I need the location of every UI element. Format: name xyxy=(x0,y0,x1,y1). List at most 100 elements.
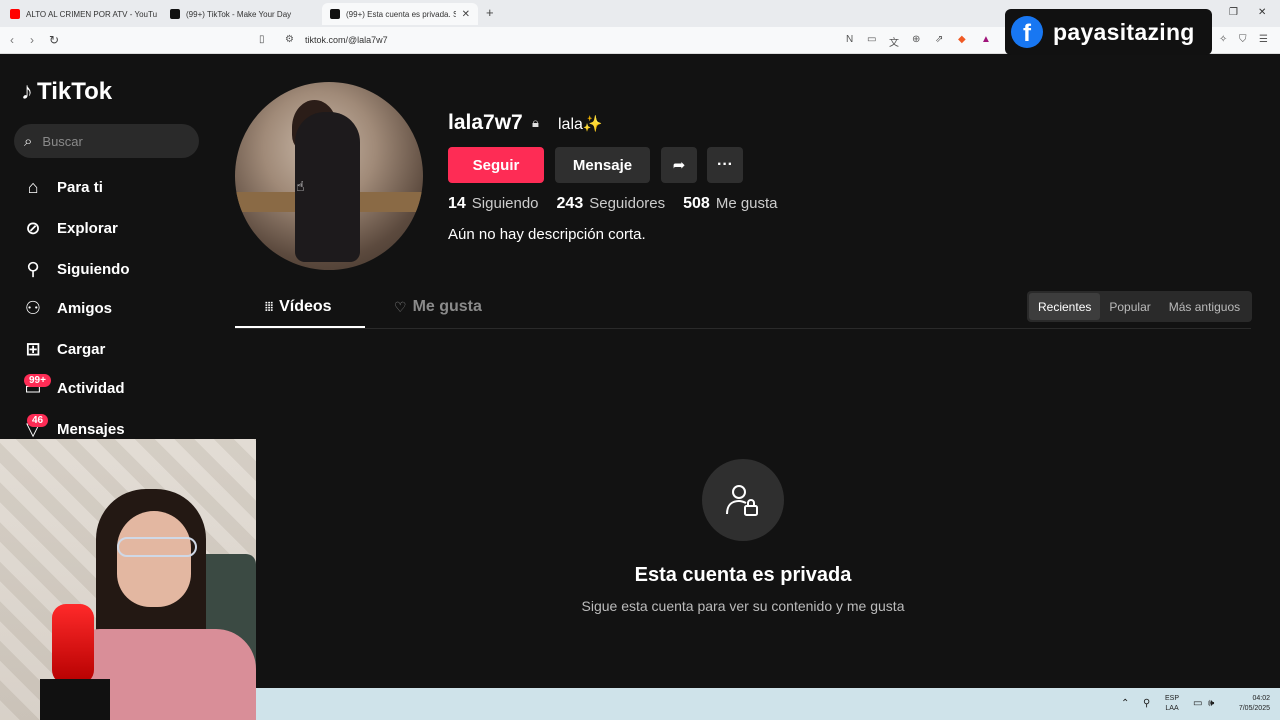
tray-volume-icon[interactable]: 🕪︎ xyxy=(1208,698,1214,709)
friends-icon: ⚇ xyxy=(24,298,42,318)
more-options-icon[interactable]: ··· xyxy=(707,147,743,183)
lang-line: LAA xyxy=(1165,705,1179,712)
sidebar-item-label: Para ti xyxy=(57,179,103,196)
sidebar-item-label: Actividad xyxy=(57,380,125,397)
tab-likes[interactable]: ♡ Me gusta xyxy=(394,298,482,316)
sort-popular[interactable]: Popular xyxy=(1100,293,1159,320)
stat-following[interactable]: 14 Siguiendo xyxy=(448,195,539,213)
follow-button[interactable]: Seguir xyxy=(448,147,544,183)
microphone-stand xyxy=(40,679,110,720)
close-tab-icon[interactable]: ✕ xyxy=(456,9,470,20)
sort-toggle: Recientes Popular Más antiguos xyxy=(1027,291,1252,322)
tab-label: Me gusta xyxy=(412,298,482,315)
compass-icon: ⊘ xyxy=(25,218,41,238)
cast-icon[interactable]: ▭ xyxy=(867,34,876,45)
stat-label: Siguiendo xyxy=(471,195,539,212)
tiktok-note-icon: ♪ xyxy=(21,78,33,105)
webcam-overlay xyxy=(0,439,256,720)
sidebar-item-label: Explorar xyxy=(57,220,118,237)
avatar-photo-person xyxy=(295,112,360,262)
back-button[interactable]: ‹ xyxy=(10,33,14,47)
tab-title: (99+) TikTok - Make Your Day xyxy=(186,9,292,19)
close-window-button[interactable]: ✕ xyxy=(1258,7,1266,18)
sidebar-item-para-ti[interactable]: ⌂ Para ti xyxy=(21,177,103,198)
zoom-icon[interactable]: ⊕ xyxy=(912,34,920,45)
tray-network-icon[interactable]: ▭ xyxy=(1193,698,1202,709)
tab-title: (99+) Esta cuenta es privada. Sig xyxy=(346,9,456,19)
tray-mic-icon[interactable]: ⚲ xyxy=(1143,698,1150,709)
private-notice-subtitle: Sigue esta cuenta para ver su contenido … xyxy=(581,598,905,614)
sidebar-item-explorar[interactable]: ⊘ Explorar xyxy=(21,218,118,239)
upload-icon: ⊞ xyxy=(25,339,41,359)
sidebar-item-cargar[interactable]: ⊞ Cargar xyxy=(21,339,105,360)
bookmark-icon[interactable]: ▯ xyxy=(259,34,265,45)
stat-value: 243 xyxy=(556,195,584,212)
webcam-streamer-face xyxy=(117,511,191,607)
profile-stats: 14 Siguiendo 243 Seguidores 508 Me gusta xyxy=(448,195,796,213)
lang-line: ESP xyxy=(1165,695,1180,702)
stat-followers[interactable]: 243 Seguidores xyxy=(557,195,666,213)
stat-label: Seguidores xyxy=(589,195,666,212)
sidebar-item-amigos[interactable]: ⚇ Amigos xyxy=(21,298,112,319)
share-icon[interactable]: ➦ xyxy=(661,147,697,183)
private-notice-title: Esta cuenta es privada xyxy=(634,564,852,586)
tiktok-favicon-icon xyxy=(330,9,340,19)
stat-likes: 508 Me gusta xyxy=(683,195,777,213)
vpn-icon[interactable]: ⛉ xyxy=(1239,34,1247,45)
translate-icon[interactable]: 文 xyxy=(889,34,899,49)
sidebar-item-siguiendo[interactable]: ⚲ Siguiendo xyxy=(21,259,129,280)
rewards-icon[interactable]: ▲ xyxy=(981,34,991,45)
private-account-icon xyxy=(702,459,784,541)
microphone-icon xyxy=(52,604,94,684)
tray-chevron-icon[interactable]: ⌃ xyxy=(1121,698,1129,709)
browser-tab-youtube[interactable]: ALTO AL CRIMEN POR ATV - YouTu xyxy=(2,3,160,25)
sort-mas-antiguos[interactable]: Más antiguos xyxy=(1160,293,1249,320)
search-placeholder: Buscar xyxy=(42,133,83,149)
browser-tab-active[interactable]: (99+) Esta cuenta es privada. Sig ✕ xyxy=(322,3,478,25)
tab-divider xyxy=(235,328,1251,329)
search-input[interactable]: ⌕ Buscar xyxy=(14,124,199,158)
youtube-favicon-icon xyxy=(10,9,20,19)
private-lock-icon: 🔒︎ xyxy=(532,115,539,130)
profile-username: lala7w7 xyxy=(448,111,523,134)
active-tab-underline xyxy=(235,326,365,328)
social-overlay: f payasitazing xyxy=(1005,9,1212,55)
avatar[interactable] xyxy=(235,82,423,270)
extensions-icon[interactable]: ✧ xyxy=(1219,34,1227,45)
clock-time: 04:02 xyxy=(1252,695,1270,702)
activity-badge: 99+ xyxy=(24,374,51,387)
url-field[interactable]: tiktok.com/@lala7w7 xyxy=(305,35,388,45)
maximize-button[interactable]: ❐ xyxy=(1229,7,1238,18)
stat-value: 508 xyxy=(683,195,710,212)
no-translate-icon[interactable]: N xyxy=(846,34,853,45)
language-indicator[interactable]: ESP LAA xyxy=(1165,694,1179,714)
reload-button[interactable]: ↻ xyxy=(49,33,59,47)
user-lock-icon xyxy=(726,485,758,516)
message-button[interactable]: Mensaje xyxy=(555,147,650,183)
brave-shield-icon[interactable]: ◆ xyxy=(958,34,966,45)
tiktok-logo[interactable]: ♪ TikTok xyxy=(21,78,112,106)
tab-label: Vídeos xyxy=(279,298,332,315)
stat-value: 14 xyxy=(448,195,466,212)
messages-badge: 46 xyxy=(27,414,49,427)
share-icon[interactable]: ⇗ xyxy=(935,34,943,45)
taskbar-clock[interactable]: 04:02 7/05/2025 xyxy=(1230,694,1270,714)
forward-button[interactable]: › xyxy=(30,33,34,47)
sort-recientes[interactable]: Recientes xyxy=(1029,293,1101,320)
sidebar-item-label: Amigos xyxy=(57,300,113,317)
site-info-icon[interactable]: ⚙ xyxy=(285,34,294,45)
taskbar: ⌃ ⚲ ESP LAA ▭ 🕪︎ 04:02 7/05/2025 xyxy=(256,688,1280,720)
menu-icon[interactable]: ☰ xyxy=(1259,34,1268,45)
search-icon: ⌕ xyxy=(24,132,33,150)
browser-tab-tiktok[interactable]: (99+) TikTok - Make Your Day xyxy=(162,3,320,25)
profile-main: lala7w7 🔒︎ lala✨ Seguir Mensaje ➦ ··· 14… xyxy=(215,54,1280,688)
following-icon: ⚲ xyxy=(26,259,40,279)
sidebar-item-label: Mensajes xyxy=(57,421,125,438)
heart-lock-icon: ♡ xyxy=(394,298,407,315)
new-tab-button[interactable]: + xyxy=(486,5,494,20)
home-icon: ⌂ xyxy=(27,177,39,197)
channel-name: payasitazing xyxy=(1053,18,1195,45)
grid-icon: ⦙⦙⦙ xyxy=(265,299,274,314)
mouse-cursor-icon: ☝ xyxy=(296,178,305,194)
tab-videos[interactable]: ⦙⦙⦙ Vídeos xyxy=(265,298,332,316)
